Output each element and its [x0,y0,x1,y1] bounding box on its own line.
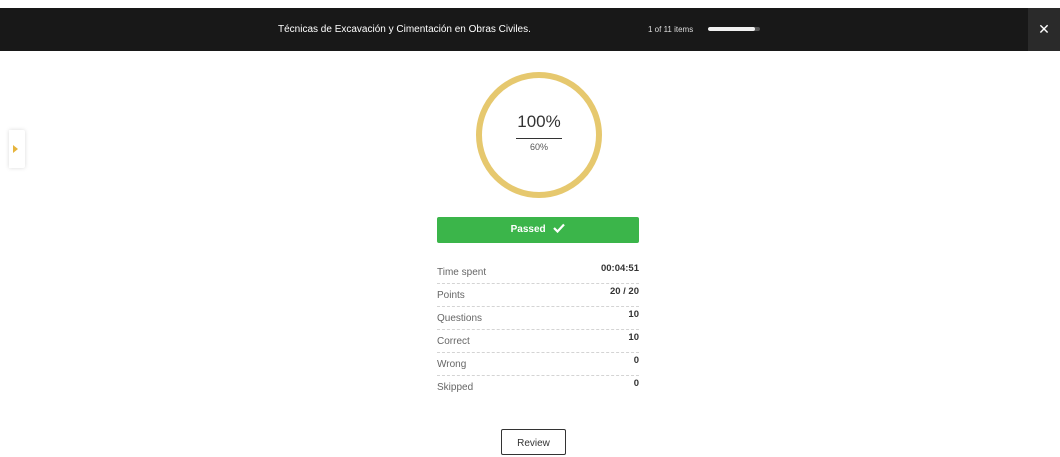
score-ring: 100% 60% [474,70,604,200]
score-divider [516,138,562,139]
stats-table: Time spent 00:04:51 Points 20 / 20 Quest… [437,261,639,398]
stat-row-correct: Correct 10 [437,330,639,353]
review-button[interactable]: Review [501,429,566,455]
check-icon [553,224,566,234]
close-icon: ✕ [1038,21,1050,37]
stat-row-questions: Questions 10 [437,307,639,330]
score-ring-graphic [476,72,602,198]
stat-row-wrong: Wrong 0 [437,353,639,376]
stat-label: Time spent [437,267,487,278]
stat-value: 00:04:51 [600,263,639,274]
stat-row-skipped: Skipped 0 [437,376,639,398]
passing-grade: 60% [529,142,548,152]
chevron-right-icon [13,145,18,153]
stat-row-time-spent: Time spent 00:04:51 [437,261,639,284]
stat-value: 10 [628,309,639,320]
stat-label: Points [437,290,465,301]
stat-value: 0 [633,355,639,366]
items-count: 1 of 11 items [648,25,694,34]
close-button[interactable]: ✕ [1028,8,1060,51]
stat-label: Skipped [437,382,474,393]
progress-bar-fill [708,27,756,31]
stat-label: Correct [437,336,470,347]
stat-value: 20 / 20 [609,286,639,297]
stat-label: Questions [437,313,483,324]
status-badge: Passed [437,217,639,243]
progress-bar [708,27,760,31]
course-title: Técnicas de Excavación y Cimentación en … [278,24,531,35]
stat-label: Wrong [437,359,467,370]
stat-value: 10 [628,332,639,343]
stat-value: 0 [633,378,639,389]
stat-row-points: Points 20 / 20 [437,284,639,307]
score-percentage: 100% [517,112,561,131]
status-label: Passed [510,224,546,235]
sidebar-toggle-button[interactable] [9,130,25,168]
top-bar: Técnicas de Excavación y Cimentación en … [0,8,1060,51]
